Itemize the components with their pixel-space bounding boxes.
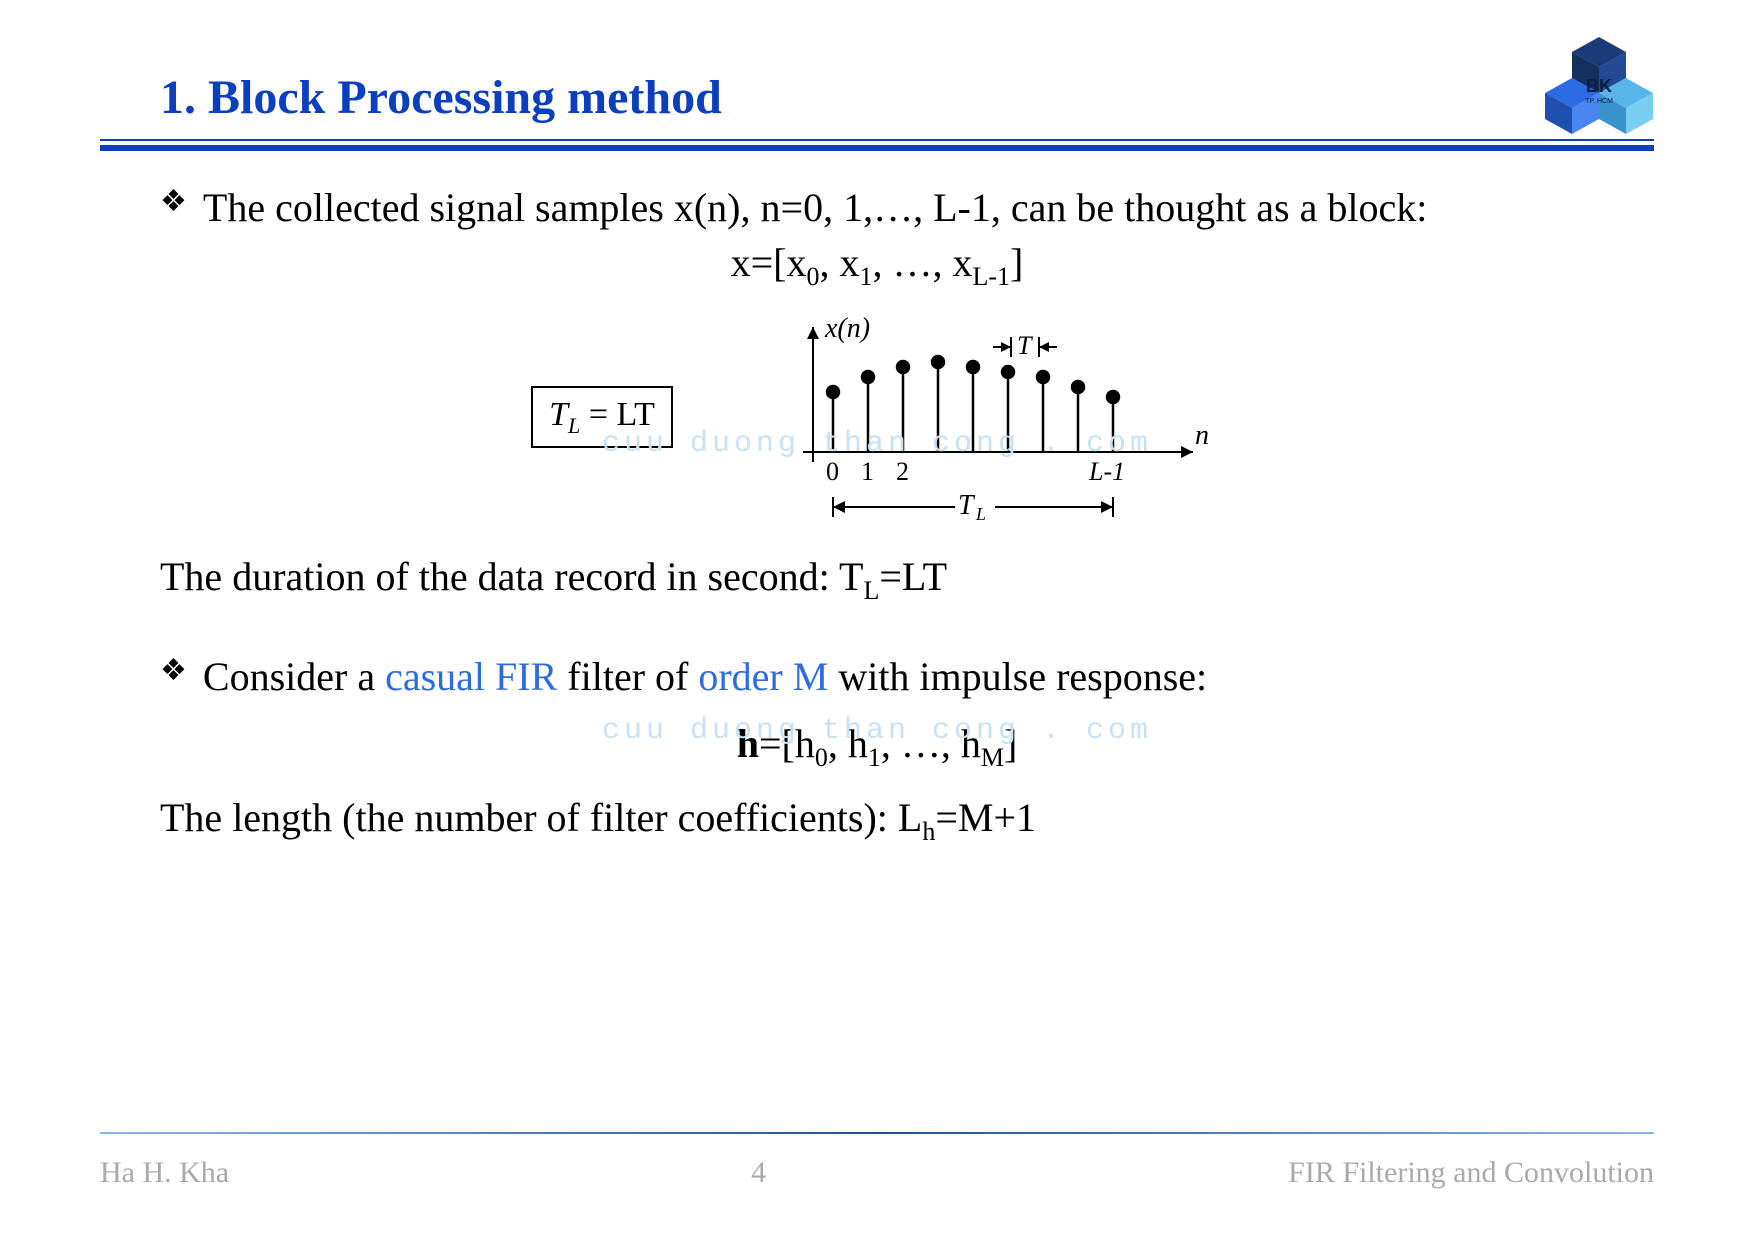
bullet-point-1: ❖ The collected signal samples x(n), n=0… [160,181,1594,235]
footer-divider [100,1132,1654,1134]
bullet-1-text: The collected signal samples x(n), n=0, … [203,181,1427,235]
signal-diagram: x(n) n [763,312,1223,522]
svg-text:1: 1 [861,457,874,486]
duration-sub: L [863,576,879,605]
svg-text:x(n): x(n) [824,313,870,344]
duration-text-a: The duration of the data record in secon… [160,554,863,599]
bullet-point-2: ❖ Consider a casual FIR filter of order … [160,650,1594,704]
logo-text-top: BK [1586,76,1612,96]
b2-a: Consider a [203,654,385,699]
bullet-2-text: Consider a casual FIR filter of order M … [203,650,1207,704]
footer: Ha H. Kha 4 FIR Filtering and Convolutio… [100,1132,1654,1190]
svg-text:2: 2 [896,457,909,486]
diamond-bullet-icon: ❖ [160,656,187,686]
formula-L-sub: L [568,412,580,437]
formula-rest: = LT [580,396,655,433]
length-sub: h [922,817,935,846]
svg-text:L-1: L-1 [1088,457,1125,486]
eq-x-c2: , …, x [873,240,973,285]
svg-text:T: T [1017,331,1033,360]
eq-x-sub1: 1 [860,262,873,291]
b2-casual-fir: casual FIR [385,654,557,699]
duration-text-b: =LT [879,554,947,599]
eq-x-sub0: 0 [807,262,820,291]
b2-order-m: order M [698,654,828,699]
formula-tl-lt: TL = LT [531,386,673,449]
b2-c: filter of [557,654,698,699]
svg-text:0: 0 [826,457,839,486]
footer-topic: FIR Filtering and Convolution [1288,1156,1654,1190]
duration-line: The duration of the data record in secon… [160,550,1594,608]
eq-x-start: x=[x [731,240,807,285]
length-text-a: The length (the number of filter coeffic… [160,795,922,840]
title-divider [100,139,1654,151]
figure-row: TL = LT x(n) n [160,312,1594,522]
slide: BK TP. HCM 1. Block Processing method ❖ … [0,0,1754,1240]
equation-x-vector: x=[x0, x1, …, xL-1] [160,239,1594,292]
logo-text-bottom: TP. HCM [1585,98,1613,105]
length-text-b: =M+1 [935,795,1036,840]
length-line: The length (the number of filter coeffic… [160,791,1594,849]
svg-text:L: L [975,504,986,522]
watermark-2: cuu duong than cong . com [602,714,1152,748]
b2-e: with impulse response: [828,654,1207,699]
footer-author: Ha H. Kha [100,1156,229,1190]
footer-page-number: 4 [751,1156,766,1190]
eq-x-end: ] [1010,240,1023,285]
university-logo: BK TP. HCM [1534,35,1664,150]
eq-x-c1: , x [820,240,860,285]
slide-title: 1. Block Processing method [160,70,1654,125]
diamond-bullet-icon: ❖ [160,187,187,217]
content-area: ❖ The collected signal samples x(n), n=0… [100,181,1654,849]
svg-text:T: T [958,490,976,521]
formula-T: T [549,396,568,433]
svg-text:n: n [1195,420,1209,451]
eq-x-sub2: L-1 [973,262,1011,291]
